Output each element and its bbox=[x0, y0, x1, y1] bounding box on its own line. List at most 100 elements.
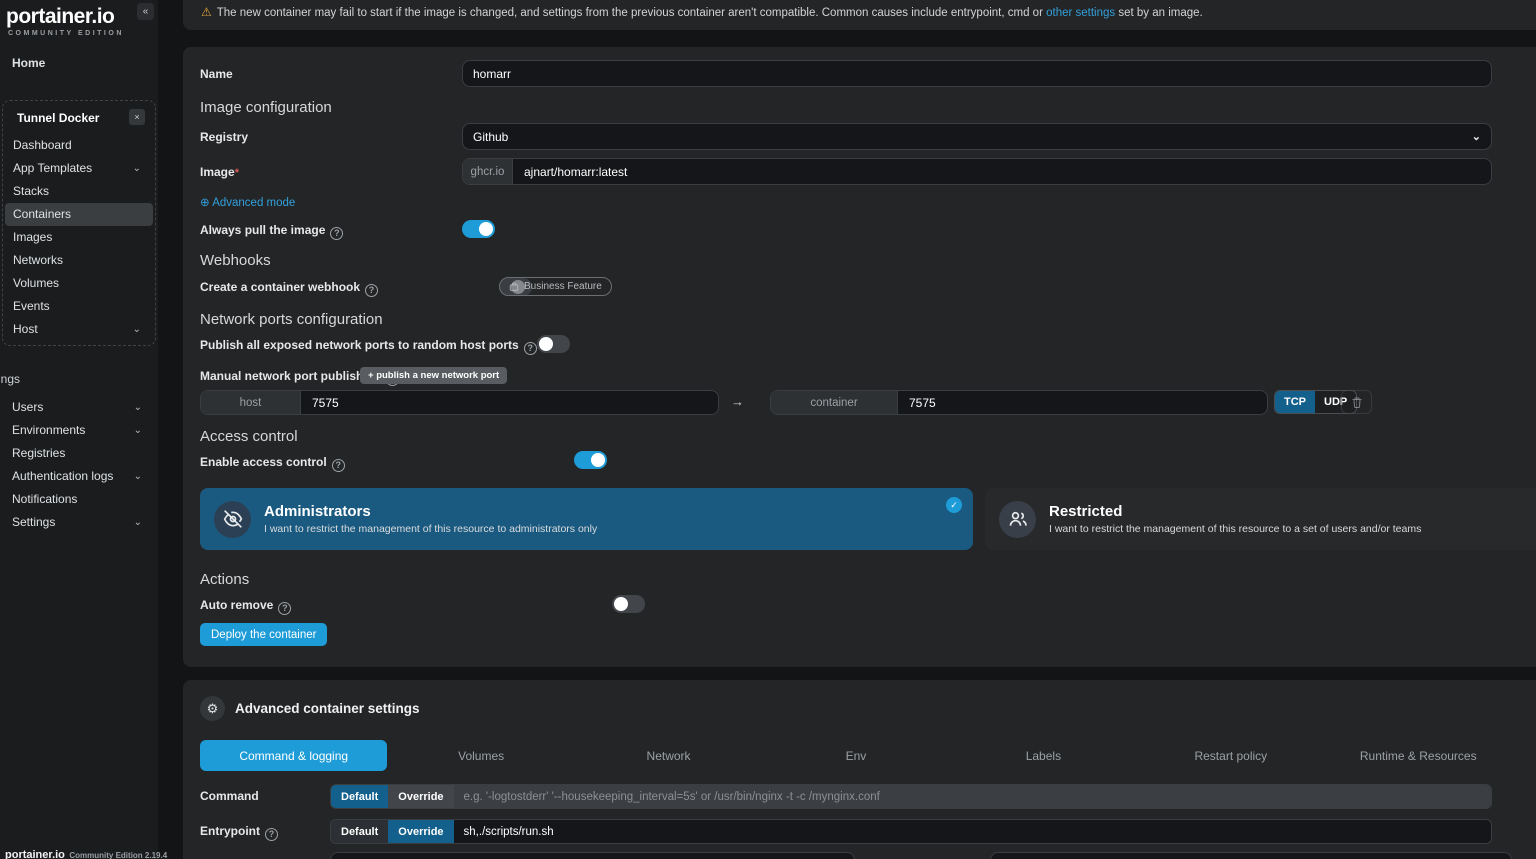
sidebar-item-home[interactable]: Home bbox=[4, 52, 154, 75]
entrypoint-override-button[interactable]: Override bbox=[388, 820, 453, 843]
publish-all-toggle[interactable] bbox=[537, 335, 570, 353]
restricted-card[interactable]: Restricted I want to restrict the manage… bbox=[985, 488, 1536, 550]
administrators-card[interactable]: Administrators I want to restrict the ma… bbox=[200, 488, 973, 550]
restricted-title: Restricted bbox=[1049, 503, 1421, 520]
sidebar-item-dashboard[interactable]: Dashboard bbox=[5, 134, 153, 157]
enable-access-toggle[interactable] bbox=[574, 451, 607, 469]
sidebar-partial-label: ings bbox=[0, 372, 20, 386]
container-port-group: container bbox=[770, 390, 1268, 415]
environment-header: Tunnel Docker × bbox=[5, 108, 153, 134]
advanced-tabs: Command & logging Volumes Network Env La… bbox=[200, 740, 1512, 771]
sidebar-item-settings[interactable]: Settings⌄ bbox=[4, 511, 154, 534]
sidebar-item-authentication-logs[interactable]: Authentication logs⌄ bbox=[4, 465, 154, 488]
auto-remove-label: Auto remove? bbox=[200, 598, 291, 615]
enable-access-label: Enable access control? bbox=[200, 455, 345, 472]
sidebar-item-volumes[interactable]: Volumes bbox=[5, 272, 153, 295]
sidebar-item-host[interactable]: Host⌄ bbox=[5, 318, 153, 341]
image-input[interactable] bbox=[513, 159, 1491, 184]
required-asterisk: * bbox=[235, 167, 239, 179]
sidebar-item-app-templates[interactable]: App Templates⌄ bbox=[5, 157, 153, 180]
registry-value: Github bbox=[473, 130, 508, 144]
briefcase-icon bbox=[509, 282, 519, 292]
sidebar-item-users[interactable]: Users⌄ bbox=[4, 396, 154, 419]
sidebar-item-networks[interactable]: Networks bbox=[5, 249, 153, 272]
registry-select[interactable]: Github ⌄ bbox=[462, 123, 1492, 150]
always-pull-label: Always pull the image? bbox=[200, 223, 343, 240]
check-icon: ✓ bbox=[946, 497, 962, 513]
tab-env[interactable]: Env bbox=[762, 740, 949, 771]
deploy-container-button[interactable]: Deploy the container bbox=[200, 623, 327, 646]
auto-remove-toggle[interactable] bbox=[612, 595, 645, 613]
webhook-label: Create a container webhook? bbox=[200, 280, 378, 297]
arrow-right-icon: → bbox=[731, 394, 744, 409]
trash-icon bbox=[1351, 396, 1363, 409]
help-icon: ? bbox=[332, 459, 345, 472]
eye-off-icon bbox=[214, 501, 251, 538]
sidebar-collapse-button[interactable]: « bbox=[137, 3, 154, 20]
chevron-down-icon: ⌄ bbox=[133, 157, 141, 180]
sidebar-item-stacks[interactable]: Stacks bbox=[5, 180, 153, 203]
environment-close-icon[interactable]: × bbox=[129, 109, 145, 125]
image-registry-prefix: ghcr.io bbox=[463, 159, 513, 184]
delete-port-button[interactable] bbox=[1341, 390, 1372, 414]
advanced-mode-icon: ⊕ bbox=[200, 197, 212, 209]
host-port-group: host bbox=[200, 390, 719, 415]
environment-section: Tunnel Docker × Dashboard App Templates⌄… bbox=[2, 100, 156, 346]
users-icon bbox=[999, 501, 1036, 538]
image-configuration-heading: Image configuration bbox=[200, 99, 332, 116]
sidebar-item-events[interactable]: Events bbox=[5, 295, 153, 318]
logo: portainer.io COMMUNITY EDITION bbox=[6, 5, 156, 37]
tcp-button[interactable]: TCP bbox=[1275, 391, 1315, 413]
chevron-down-icon: ⌄ bbox=[133, 318, 141, 341]
help-icon: ? bbox=[365, 284, 378, 297]
command-default-button[interactable]: Default bbox=[331, 785, 388, 808]
tab-network[interactable]: Network bbox=[575, 740, 762, 771]
sidebar-item-images[interactable]: Images bbox=[5, 226, 153, 249]
tab-runtime-resources[interactable]: Runtime & Resources bbox=[1325, 740, 1512, 771]
footer-brand: portainer.io bbox=[5, 849, 65, 859]
advanced-settings-panel: ⚙ Advanced container settings Command & … bbox=[183, 680, 1536, 859]
command-override-button[interactable]: Override bbox=[388, 785, 453, 808]
entrypoint-input[interactable] bbox=[454, 820, 1491, 843]
name-input[interactable] bbox=[462, 60, 1492, 87]
sidebar-item-environments[interactable]: Environments⌄ bbox=[4, 419, 154, 442]
toggle-knob bbox=[539, 337, 553, 351]
name-label: Name bbox=[200, 67, 233, 81]
sidebar-item-notifications[interactable]: Notifications bbox=[4, 488, 154, 511]
always-pull-toggle[interactable] bbox=[462, 220, 495, 238]
toggle-knob bbox=[591, 453, 605, 467]
edition-label: COMMUNITY EDITION bbox=[8, 30, 156, 37]
tab-command-logging[interactable]: Command & logging bbox=[200, 740, 387, 771]
warning-text: The new container may fail to start if t… bbox=[217, 7, 1046, 19]
entrypoint-default-button[interactable]: Default bbox=[331, 820, 388, 843]
restricted-desc: I want to restrict the management of thi… bbox=[1049, 523, 1421, 535]
help-icon: ? bbox=[278, 602, 291, 615]
business-feature-badge: Business Feature bbox=[499, 277, 612, 296]
sidebar-item-containers[interactable]: Containers bbox=[5, 203, 153, 226]
image-input-group: ghcr.io bbox=[462, 158, 1492, 185]
access-control-heading: Access control bbox=[200, 428, 298, 445]
user-input[interactable] bbox=[990, 852, 1512, 859]
environment-name: Tunnel Docker bbox=[17, 111, 99, 125]
advanced-settings-title: Advanced container settings bbox=[235, 701, 420, 716]
logo-text: portainer.io bbox=[6, 5, 156, 29]
create-container-form: Name Image configuration Registry Github… bbox=[183, 47, 1536, 667]
host-port-input[interactable] bbox=[301, 391, 718, 414]
other-settings-link[interactable]: other settings bbox=[1046, 7, 1115, 19]
host-port-prefix: host bbox=[201, 391, 301, 414]
toggle-knob bbox=[614, 597, 628, 611]
warning-text-after: set by an image. bbox=[1115, 7, 1203, 19]
help-icon: ? bbox=[524, 342, 537, 355]
chevron-down-icon: ⌄ bbox=[134, 511, 142, 534]
tab-restart-policy[interactable]: Restart policy bbox=[1137, 740, 1324, 771]
tab-volumes[interactable]: Volumes bbox=[387, 740, 574, 771]
working-dir-input[interactable] bbox=[330, 852, 855, 859]
sidebar-item-registries[interactable]: Registries bbox=[4, 442, 154, 465]
container-port-prefix: container bbox=[771, 391, 898, 414]
footer-version: Community Edition 2.19.4 bbox=[69, 851, 167, 859]
publish-new-port-button[interactable]: + publish a new network port bbox=[360, 367, 507, 384]
advanced-mode-link[interactable]: ⊕ Advanced mode bbox=[200, 197, 295, 209]
command-input[interactable] bbox=[454, 785, 1491, 808]
tab-labels[interactable]: Labels bbox=[950, 740, 1137, 771]
container-port-input[interactable] bbox=[898, 391, 1267, 414]
